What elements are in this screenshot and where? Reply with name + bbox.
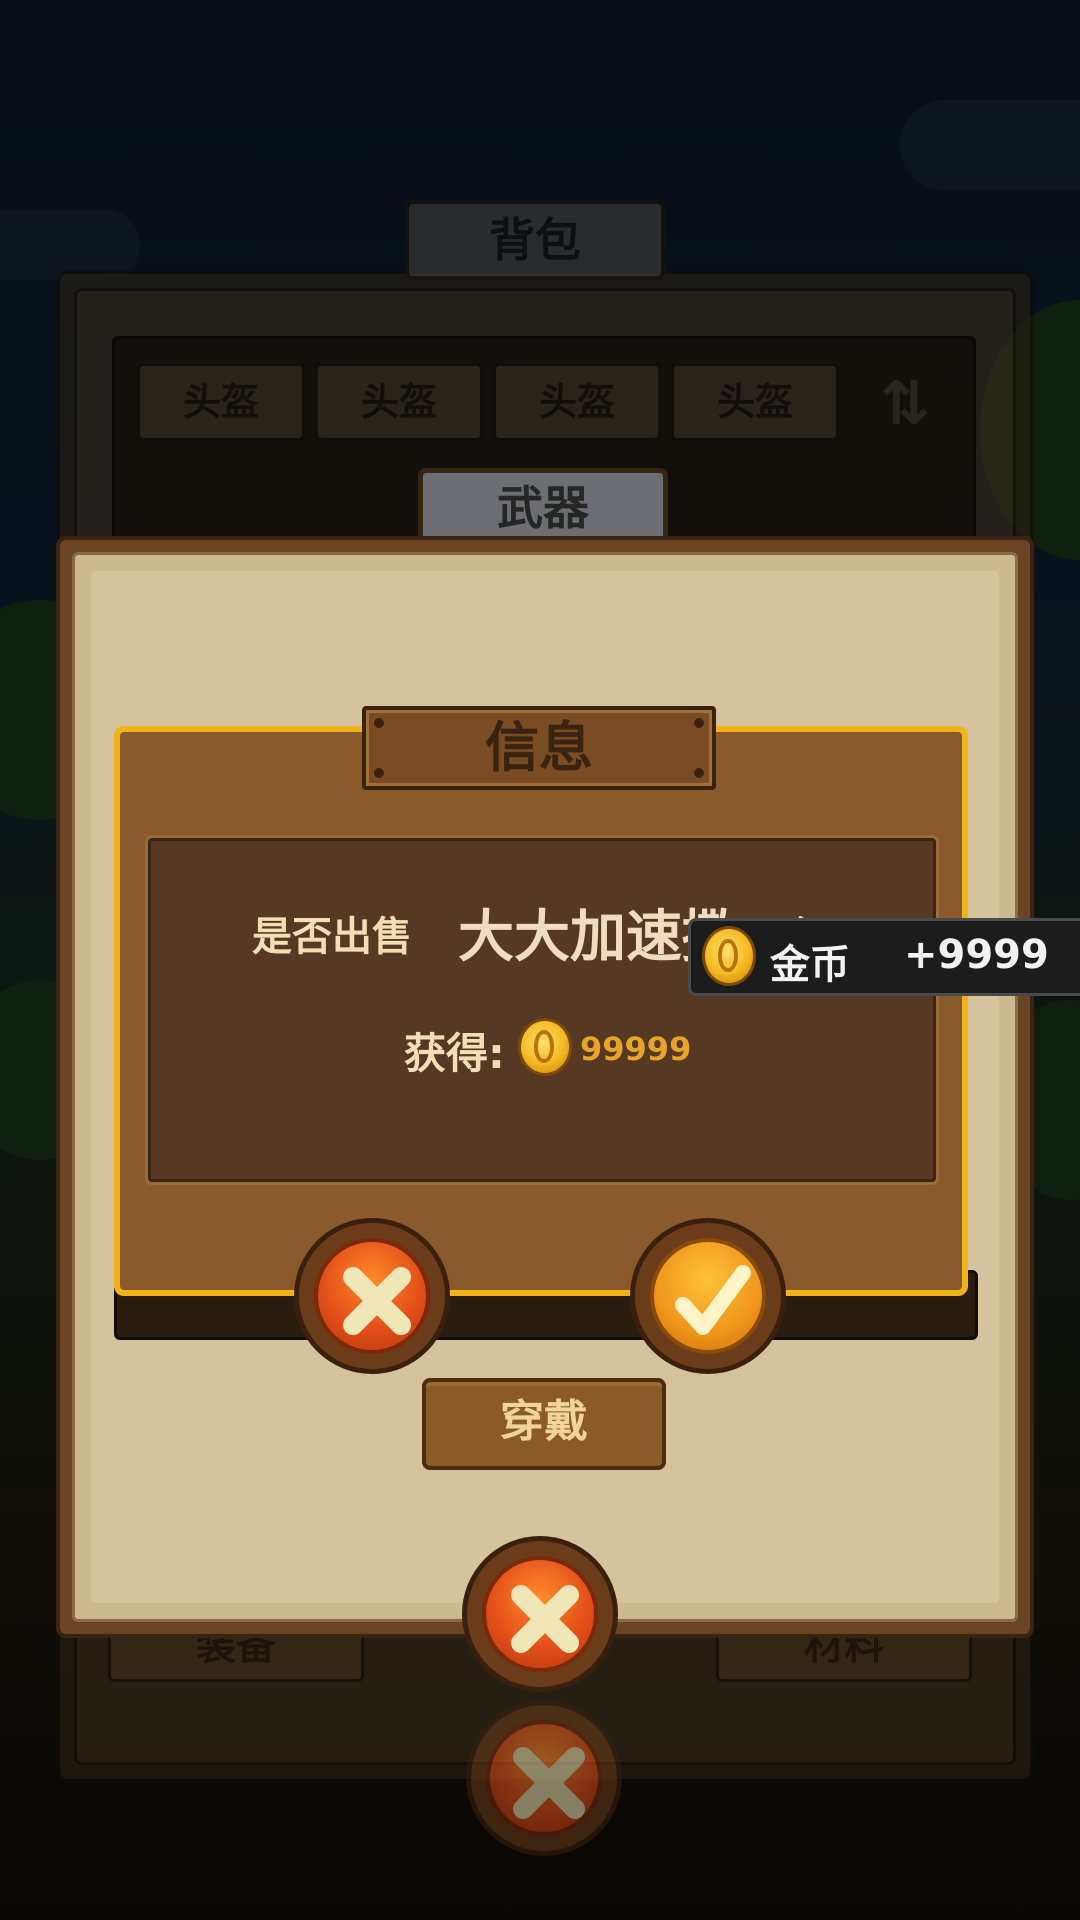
bag-close-button[interactable] [466, 1700, 622, 1856]
helmet-tab[interactable]: 头盔 [493, 363, 661, 441]
toast-label: 金币 [770, 942, 850, 988]
gold-coin-icon [518, 1018, 572, 1076]
gain-amount: 99999 [580, 1030, 692, 1068]
cancel-button[interactable] [294, 1218, 450, 1374]
info-title: 信息 [485, 716, 593, 779]
sort-arrows-icon[interactable]: ⇅ [875, 369, 935, 439]
info-body [148, 838, 936, 1182]
bag-title: 背包 [405, 200, 665, 280]
close-icon [511, 1585, 579, 1653]
helmet-tab[interactable]: 头盔 [137, 363, 305, 441]
close-icon [513, 1747, 585, 1819]
gold-coin-icon [702, 926, 756, 986]
helmet-tab[interactable]: 头盔 [315, 363, 483, 441]
close-icon [343, 1267, 411, 1335]
info-title-plate: 信息 [362, 706, 716, 790]
detail-close-button[interactable] [462, 1536, 618, 1692]
sell-prompt: 是否出售 [252, 914, 412, 960]
helmet-tab[interactable]: 头盔 [671, 363, 839, 441]
confirm-button[interactable] [630, 1218, 786, 1374]
wear-button[interactable]: 穿戴 [422, 1378, 666, 1470]
checkmark-icon [675, 1265, 751, 1335]
toast-amount: +9999 [904, 932, 1049, 978]
gain-label: 获得: [404, 1029, 505, 1078]
